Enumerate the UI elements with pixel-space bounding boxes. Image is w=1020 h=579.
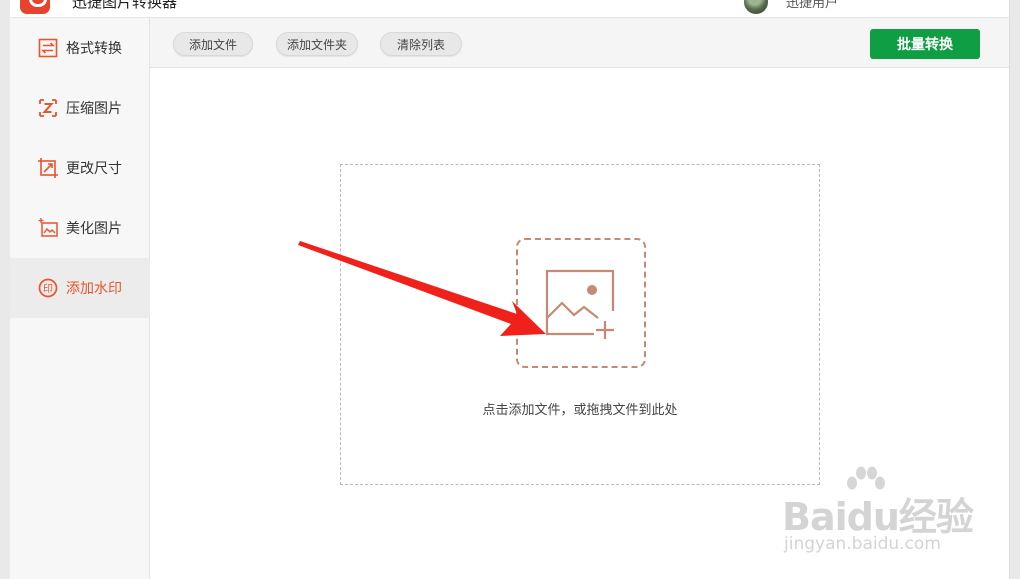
sidebar: 格式转换 压缩图片 更改尺寸 美化图片 印 添加水印: [10, 18, 150, 579]
add-image-button[interactable]: [516, 238, 646, 368]
sidebar-item-label: 更改尺寸: [66, 161, 122, 177]
toolbar: 添加文件 添加文件夹 清除列表 批量转换: [150, 18, 1009, 68]
add-file-button[interactable]: 添加文件: [173, 32, 253, 56]
drop-hint-text: 点击添加文件，或拖拽文件到此处: [482, 403, 678, 418]
add-image-icon: [545, 269, 615, 339]
sidebar-item-label: 美化图片: [66, 221, 122, 237]
watermark-icon: 印: [38, 278, 58, 298]
sidebar-item-watermark[interactable]: 印 添加水印: [10, 258, 150, 318]
add-folder-button[interactable]: 添加文件夹: [276, 32, 358, 56]
user-avatar[interactable]: [744, 0, 768, 14]
compress-icon: [38, 98, 58, 118]
batch-convert-button[interactable]: 批量转换: [870, 29, 980, 59]
watermark-main-text: Baidu经验: [782, 495, 974, 539]
window-frame-left: [0, 0, 10, 579]
app-logo-icon: [20, 0, 50, 14]
resize-icon: [38, 158, 58, 178]
watermark-sub-text: jingyan.baidu.com: [784, 534, 941, 554]
sidebar-item-format-convert[interactable]: 格式转换: [10, 18, 150, 78]
sidebar-item-label: 格式转换: [66, 41, 122, 57]
title-bar: 迅捷图片转换器 迅捷用户: [10, 0, 1009, 18]
sidebar-item-resize[interactable]: 更改尺寸: [10, 138, 150, 198]
clear-list-button[interactable]: 清除列表: [380, 32, 462, 56]
sidebar-item-beautify[interactable]: 美化图片: [10, 198, 150, 258]
baidu-watermark: Baidu经验 jingyan.baidu.com: [782, 466, 982, 566]
svg-text:印: 印: [43, 283, 53, 295]
beautify-icon: [38, 218, 58, 238]
sidebar-item-label: 添加水印: [66, 281, 122, 297]
window-frame-right: [1009, 0, 1020, 579]
sidebar-item-compress[interactable]: 压缩图片: [10, 78, 150, 138]
sidebar-item-label: 压缩图片: [66, 101, 122, 117]
convert-icon: [38, 38, 58, 58]
app-title: 迅捷图片转换器: [72, 0, 178, 11]
user-name[interactable]: 迅捷用户: [786, 0, 838, 11]
file-drop-zone[interactable]: 点击添加文件，或拖拽文件到此处: [340, 164, 820, 485]
